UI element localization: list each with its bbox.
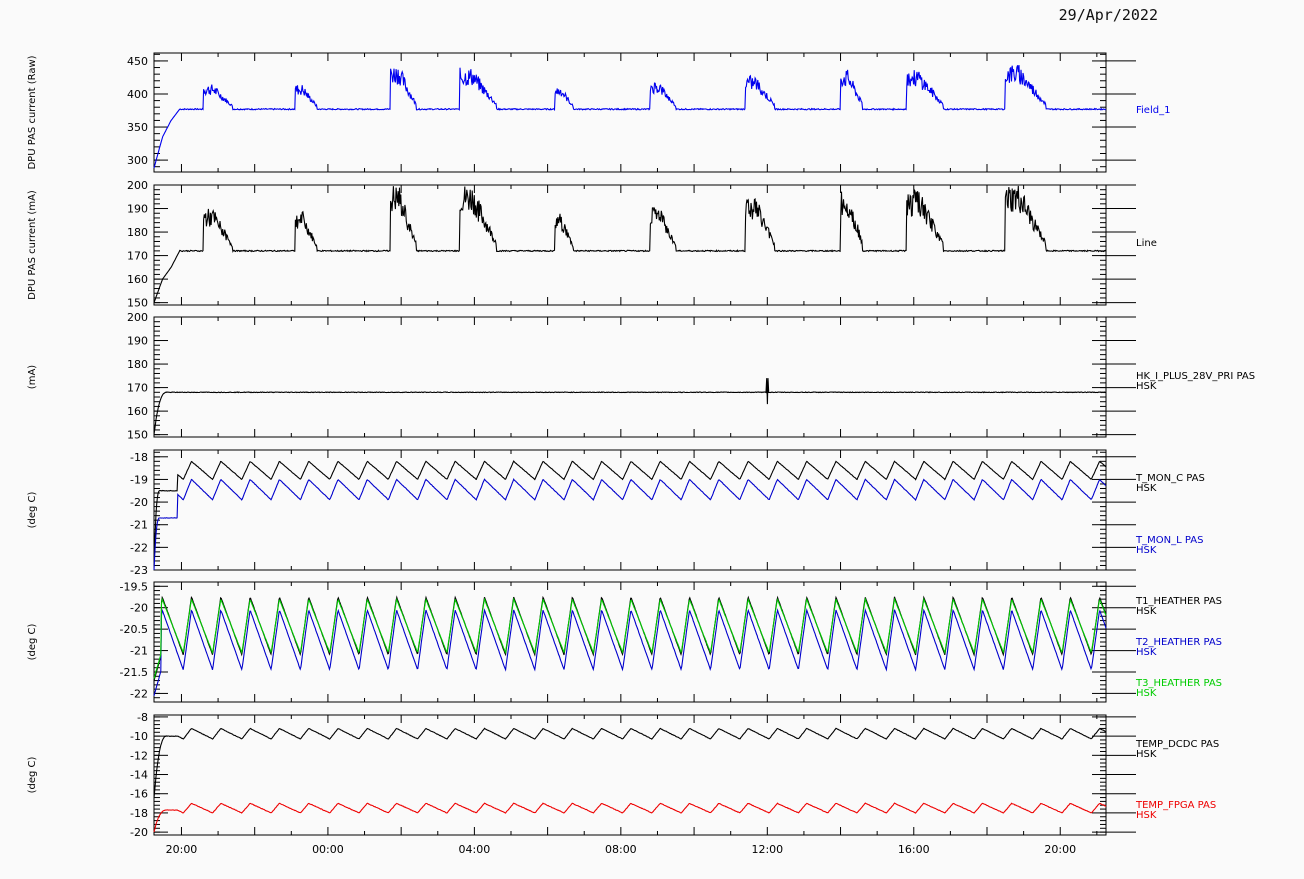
y-tick-label: -19 xyxy=(130,473,148,486)
stacked-timeseries-chart: 300 350 400 450 DPU PAS current (Raw) Field_1… xyxy=(27,52,1255,856)
series-line xyxy=(153,477,1107,571)
y-tick-label: 160 xyxy=(127,273,148,286)
y-tick-label: 160 xyxy=(127,405,148,418)
y-axis-label: (mA) xyxy=(27,365,38,389)
panel-3: 150160170180190200(mA) HK_I_PLUS_28V_PRI … xyxy=(27,311,1255,442)
y-tick-label: -20 xyxy=(130,496,148,509)
panel-frame xyxy=(153,52,1107,173)
y-tick-label: 150 xyxy=(127,429,148,442)
y-tick-label: 400 xyxy=(127,88,148,101)
y-axis-label: DPU PAS current (mA) xyxy=(27,190,38,300)
y-tick-label: -10 xyxy=(130,730,148,743)
y-axis-label: (deg C) xyxy=(27,623,38,660)
x-tick-label: 00:00 xyxy=(312,843,344,856)
panel-frame xyxy=(153,316,1107,438)
y-tick-label: 180 xyxy=(127,358,148,371)
panel-5: -22-21.5-21-20.5-20-19.5(deg C)T1_HEATHE… xyxy=(27,580,1222,703)
series-line xyxy=(153,802,1107,833)
y-tick-label: 170 xyxy=(127,382,148,395)
y-tick-label: 200 xyxy=(127,179,148,192)
y-tick-label: -23 xyxy=(130,564,148,577)
y-axis-label: (deg C) xyxy=(27,491,38,528)
y-axis-label: (deg C) xyxy=(27,756,38,793)
legend-label: HSK xyxy=(1136,381,1157,392)
series-line xyxy=(153,65,1107,169)
y-axis-label: DPU PAS current (Raw) xyxy=(27,55,38,169)
x-tick-label: 08:00 xyxy=(605,843,637,856)
y-tick-label: -21 xyxy=(130,645,148,658)
x-tick-label: 04:00 xyxy=(459,843,491,856)
legend-label: HSK xyxy=(1136,606,1157,617)
panel-4: -23-22-21-20-19-18(deg C)T_MON_C PASHSKT… xyxy=(27,449,1205,577)
panel-6: -20-18-16-14-12-10-8(deg C)TEMP_DCDC PAS… xyxy=(27,711,1219,839)
panel-frame xyxy=(153,184,1107,306)
x-tick-label: 20:00 xyxy=(166,843,198,856)
y-tick-label: -14 xyxy=(130,769,148,782)
series-line xyxy=(153,608,1107,696)
y-tick-label: -20 xyxy=(130,826,148,839)
y-tick-label: 190 xyxy=(127,203,148,216)
y-tick-label: -21 xyxy=(130,519,148,532)
y-tick-label: -22 xyxy=(130,687,148,700)
y-tick-label: -12 xyxy=(130,749,148,762)
y-tick-label: 450 xyxy=(127,55,148,68)
x-tick-label: 20:00 xyxy=(1044,843,1076,856)
y-tick-label: -20 xyxy=(130,602,148,615)
y-tick-label: -18 xyxy=(130,807,148,820)
y-tick-label: -22 xyxy=(130,541,148,554)
y-tick-label: 190 xyxy=(127,335,148,348)
x-tick-label: 12:00 xyxy=(751,843,783,856)
series-line xyxy=(153,727,1107,799)
y-tick-label: -18 xyxy=(130,451,148,464)
legend-label: HSK xyxy=(1136,647,1157,658)
legend-label: HSK xyxy=(1136,483,1157,494)
y-tick-label: -21.5 xyxy=(120,666,148,679)
y-tick-label: 300 xyxy=(127,154,148,167)
legend-label: HSK xyxy=(1136,810,1157,821)
legend-label: HSK xyxy=(1136,545,1157,556)
y-tick-label: -16 xyxy=(130,788,148,801)
series-line xyxy=(153,378,1107,435)
y-tick-label: 150 xyxy=(127,297,148,310)
legend-label: HSK xyxy=(1136,749,1157,760)
y-tick-label: -8 xyxy=(137,711,148,724)
y-tick-label: 200 xyxy=(127,311,148,324)
legend-label: Field_1 xyxy=(1136,105,1170,116)
series-line xyxy=(153,185,1107,303)
y-tick-label: -20.5 xyxy=(120,623,148,636)
panel-frame xyxy=(153,449,1107,571)
legend-label: HSK xyxy=(1136,688,1157,699)
y-tick-label: 180 xyxy=(127,226,148,239)
x-tick-label: 16:00 xyxy=(898,843,930,856)
y-tick-label: -19.5 xyxy=(120,580,148,593)
panel-2: 150 160 170 180 190 200 DPU PAS current (mA) Li… xyxy=(27,179,1157,310)
y-tick-label: 350 xyxy=(127,121,148,134)
y-tick-label: 170 xyxy=(127,250,148,263)
panel-1: 300 350 400 450 DPU PAS current (Raw) Field_1 xyxy=(27,52,1170,173)
legend-label: Line xyxy=(1136,238,1157,249)
series-line xyxy=(153,460,1107,566)
